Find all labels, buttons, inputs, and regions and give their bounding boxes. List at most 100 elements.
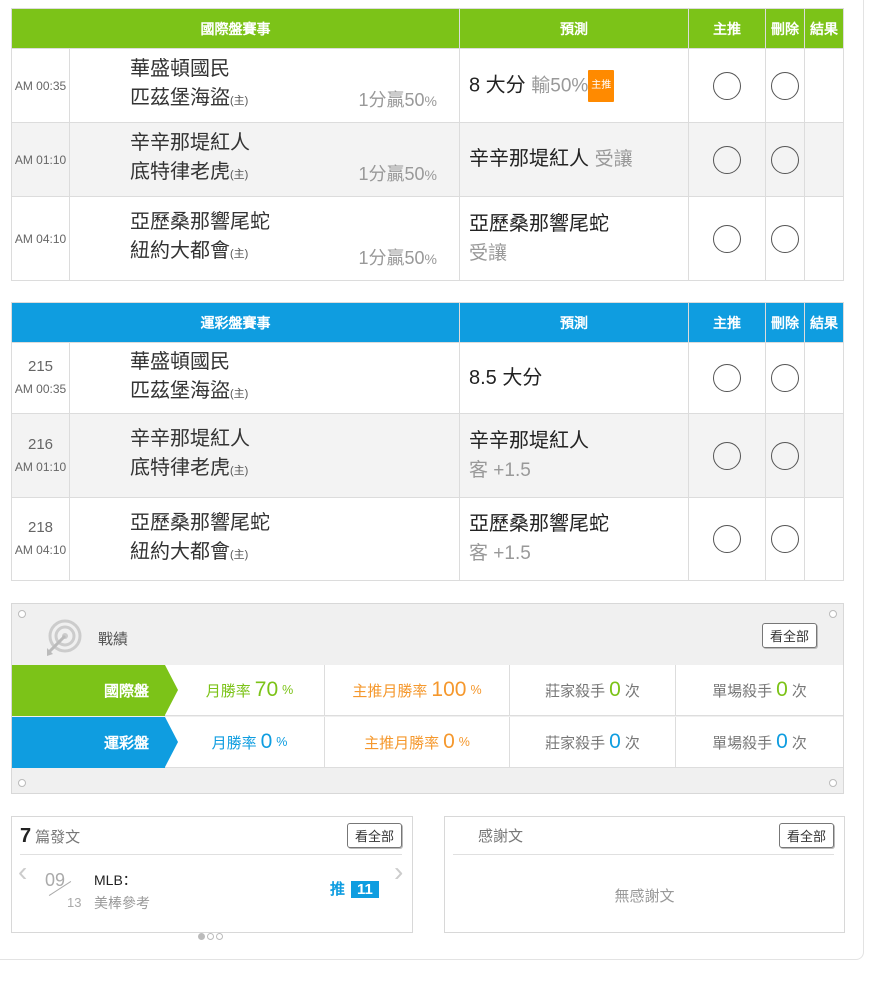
corner-dot	[18, 779, 26, 787]
delete-radio[interactable]	[765, 413, 805, 498]
win-rate: 1分贏50%	[358, 164, 438, 184]
prediction-cell: 亞歷桑那響尾蛇客 +1.5	[459, 497, 689, 581]
post-month: 09	[45, 870, 66, 890]
game-time: AM 00:35	[11, 48, 70, 123]
main-month-win-rate: 主推月勝率 0%	[325, 717, 510, 768]
result-cell	[804, 413, 844, 498]
prediction-cell: 8 大分 輸50% 主推	[459, 48, 689, 123]
pager-dots[interactable]	[198, 927, 225, 945]
teams-cell: 辛辛那堤紅人 底特律老虎(主) 1分贏50%	[69, 122, 460, 197]
result-cell	[804, 497, 844, 581]
teams-cell: 華盛頓國民 匹茲堡海盜(主) 1分贏50%	[69, 48, 460, 123]
intl-games-table: 國際盤賽事 預測 主推 刪除 結果 AM 00:35 華盛頓國民 匹茲堡海盜(主…	[11, 8, 844, 281]
home-team: 紐約大都會	[130, 240, 230, 262]
thanks-title: 感謝文	[453, 825, 834, 855]
header-result: 結果	[804, 302, 844, 343]
dealer-killer: 莊家殺手 0 次	[510, 665, 676, 716]
game-time: AM 04:10	[11, 196, 70, 281]
table-row: 216 AM 01:10 辛辛那堤紅人 底特律老虎(主) 辛辛那堤紅人客 +1.5	[11, 413, 844, 498]
corner-dot	[829, 779, 837, 787]
record-row-sport: 運彩盤 月勝率 0% 主推月勝率 0% 莊家殺手 0 次 單場殺手 0 次	[12, 717, 843, 768]
home-team: 底特律老虎	[130, 457, 230, 479]
away-team: 辛辛那堤紅人	[130, 132, 250, 154]
delete-radio[interactable]	[765, 122, 805, 197]
home-team: 紐約大都會	[130, 540, 230, 563]
table-row: 215 AM 00:35 華盛頓國民 匹茲堡海盜(主) 8.5 大分	[11, 342, 844, 414]
next-arrow-icon[interactable]: ›	[394, 856, 403, 888]
result-cell	[804, 48, 844, 123]
game-time: AM 01:10	[11, 122, 70, 197]
result-cell	[804, 122, 844, 197]
home-mark: (主)	[230, 548, 249, 561]
posts-box: 7 篇發文 看全部	[11, 816, 413, 933]
away-team: 亞歷桑那響尾蛇	[130, 211, 270, 233]
main-pick-radio[interactable]	[688, 196, 766, 281]
game-time: 216 AM 01:10	[11, 413, 70, 498]
game-time: 218 AM 04:10	[11, 497, 70, 581]
single-killer: 單場殺手 0 次	[676, 665, 843, 716]
main-pick-badge: 主推	[588, 69, 615, 102]
month-win-rate: 月勝率 0%	[165, 717, 325, 768]
teams-cell: 辛辛那堤紅人 底特律老虎(主)	[69, 413, 460, 498]
header-main-pick: 主推	[688, 302, 766, 343]
away-team: 華盛頓國民	[130, 350, 230, 373]
table-row: AM 04:10 亞歷桑那響尾蛇 紐約大都會(主) 1分贏50% 亞歷桑那響尾蛇…	[11, 196, 844, 281]
record-header: 戰績 看全部	[12, 604, 843, 665]
table-row: 218 AM 04:10 亞歷桑那響尾蛇 紐約大都會(主) 亞歷桑那響尾蛇客 +1…	[11, 497, 844, 581]
header-prediction: 預測	[459, 302, 689, 343]
header-delete: 刪除	[765, 8, 805, 49]
thanks-empty: 無感謝文	[614, 888, 675, 905]
delete-radio[interactable]	[765, 48, 805, 123]
dealer-killer: 莊家殺手 0 次	[510, 717, 676, 768]
teams-cell: 亞歷桑那響尾蛇 紐約大都會(主) 1分贏50%	[69, 196, 460, 281]
post-subtitle: 美棒參考	[94, 895, 150, 911]
table-header: 國際盤賽事 預測 主推 刪除 結果	[11, 8, 844, 49]
post-title[interactable]: MLB：	[94, 870, 137, 890]
teams-cell: 亞歷桑那響尾蛇 紐約大都會(主)	[69, 497, 460, 581]
home-mark: (主)	[230, 169, 249, 181]
record-panel: 戰績 看全部 國際盤 月勝率 70% 主推月勝率 100% 莊家殺手 0 次 單場殺手 0…	[11, 603, 844, 794]
posts-title: 7 篇發文	[20, 825, 402, 855]
delete-radio[interactable]	[765, 342, 805, 414]
header-result: 結果	[804, 8, 844, 49]
main-pick-radio[interactable]	[688, 122, 766, 197]
record-tag: 國際盤	[12, 665, 178, 716]
away-team: 華盛頓國民	[130, 58, 230, 80]
table-header: 運彩盤賽事 預測 主推 刪除 結果	[11, 302, 844, 343]
prev-arrow-icon[interactable]: ‹	[18, 856, 27, 888]
prediction-cell: 辛辛那堤紅人客 +1.5	[459, 413, 689, 498]
main-pick-radio[interactable]	[688, 497, 766, 581]
month-win-rate: 月勝率 70%	[165, 665, 325, 716]
prediction-cell: 辛辛那堤紅人 受讓	[459, 122, 689, 197]
home-mark: (主)	[230, 387, 249, 400]
win-rate: 1分贏50%	[358, 90, 438, 110]
main-pick-radio[interactable]	[688, 342, 766, 414]
home-team: 匹茲堡海盜	[130, 379, 230, 402]
delete-radio[interactable]	[765, 196, 805, 281]
home-team: 匹茲堡海盜	[130, 87, 230, 109]
result-cell	[804, 196, 844, 281]
header-games: 運彩盤賽事	[11, 302, 460, 343]
header-prediction: 預測	[459, 8, 689, 49]
home-team: 底特律老虎	[130, 161, 230, 183]
sport-games-table: 運彩盤賽事 預測 主推 刪除 結果 215 AM 00:35 華盛頓國民 匹茲堡海…	[11, 302, 844, 581]
posts-view-all-button[interactable]: 看全部	[346, 823, 402, 848]
target-icon	[47, 619, 82, 656]
header-games: 國際盤賽事	[11, 8, 460, 49]
single-killer: 單場殺手 0 次	[676, 717, 843, 768]
prediction-cell: 亞歷桑那響尾蛇 受讓	[459, 196, 689, 281]
delete-radio[interactable]	[765, 497, 805, 581]
record-row-intl: 國際盤 月勝率 70% 主推月勝率 100% 莊家殺手 0 次 單場殺手 0 次	[12, 665, 843, 716]
table-row: AM 01:10 辛辛那堤紅人 底特律老虎(主) 1分贏50% 辛辛那堤紅人 受…	[11, 122, 844, 197]
teams-cell: 華盛頓國民 匹茲堡海盜(主)	[69, 342, 460, 414]
game-time: 215 AM 00:35	[11, 342, 70, 414]
prediction-cell: 8.5 大分	[459, 342, 689, 414]
result-cell	[804, 342, 844, 414]
away-team: 辛辛那堤紅人	[130, 428, 250, 450]
push-count: 推 11	[330, 878, 379, 899]
thanks-view-all-button[interactable]: 看全部	[778, 823, 834, 848]
main-pick-radio[interactable]	[688, 413, 766, 498]
main-pick-radio[interactable]	[688, 48, 766, 123]
record-view-all-button[interactable]: 看全部	[761, 623, 817, 648]
header-main-pick: 主推	[688, 8, 766, 49]
